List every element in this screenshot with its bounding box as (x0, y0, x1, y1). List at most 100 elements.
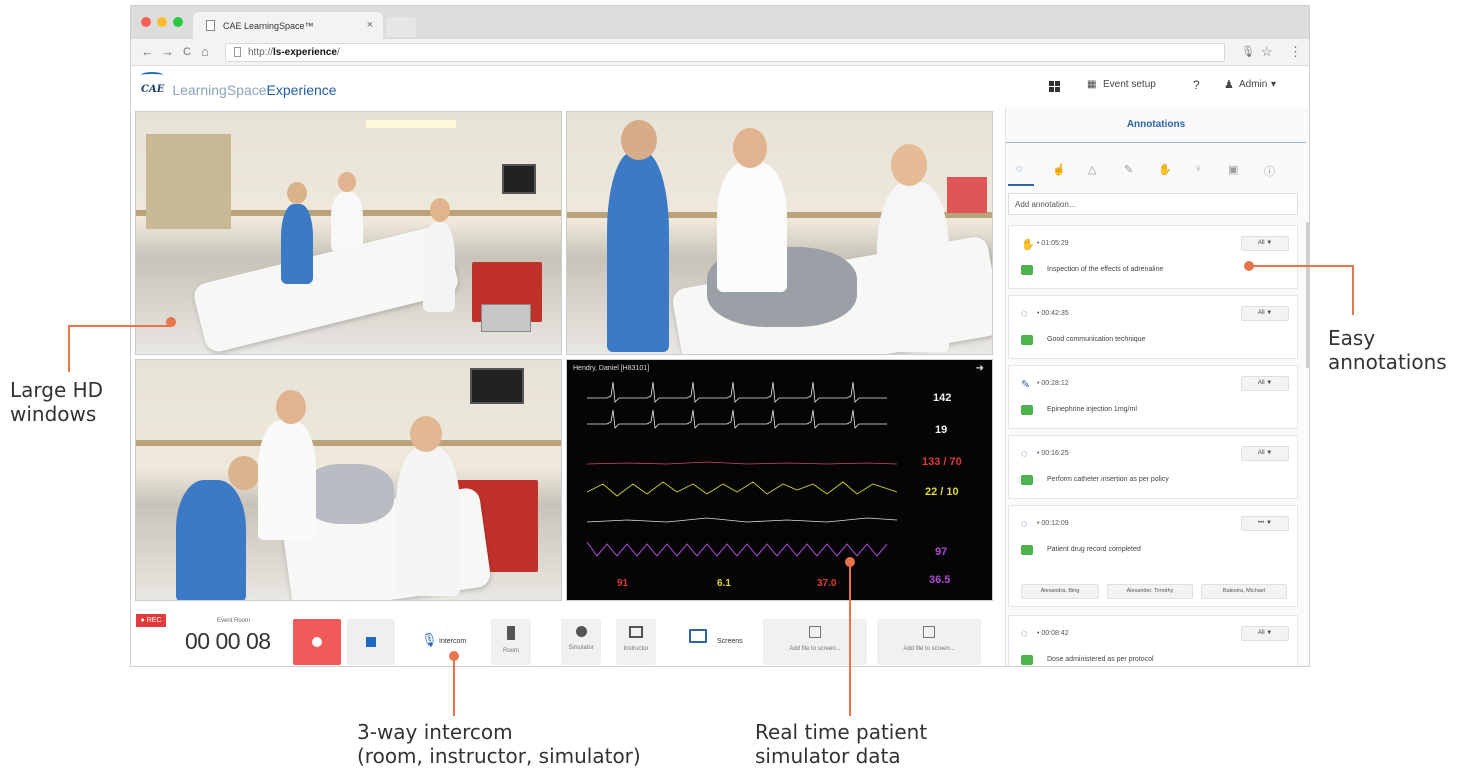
browser-nav-bar: ← → C ⌂ http://ls-experience/ 🎙 ☆ ⋮ (131, 39, 1309, 66)
admin-caret-icon[interactable]: ▾ (1271, 79, 1276, 90)
visibility-filter[interactable]: All ▼ (1241, 376, 1289, 391)
layout-grid-icon[interactable] (1049, 81, 1060, 92)
comment-icon: ◌ (1021, 308, 1028, 320)
thumbs-up-tab-icon[interactable]: ☝ (1052, 163, 1066, 176)
add-file-screen-1-button[interactable]: Add file to screen... (763, 619, 867, 665)
browser-menu-icon[interactable]: ⋮ (1289, 44, 1302, 60)
comment-icon: ◌ (1021, 628, 1028, 640)
participant-chip[interactable]: Alexandra, Bing (1021, 584, 1099, 599)
elapsed-timer: 00 00 08 (185, 628, 271, 654)
simulator-button[interactable]: Simulator (561, 619, 601, 665)
add-annotation-input[interactable]: Add annotation... (1008, 193, 1298, 215)
camera-window-1[interactable] (135, 111, 562, 355)
patient-vitals-monitor[interactable]: Hendry, Daniel [H83101] ➜ 142 19 133 / 7… (566, 359, 993, 601)
stop-button[interactable] (347, 619, 395, 665)
annotations-scrollbar[interactable] (1306, 222, 1309, 368)
microphone-icon[interactable]: 🎙 (421, 632, 438, 648)
camera-window-2[interactable] (566, 111, 993, 355)
logo-experience: Experience (266, 82, 337, 98)
annotation-card[interactable]: ◌ • 00:16:25 All ▼ Perform catheter inse… (1008, 435, 1298, 499)
visibility-filter[interactable]: All ▼ (1241, 626, 1289, 641)
help-button[interactable]: ? (1193, 78, 1200, 92)
add-file-screen-2-button[interactable]: Add file to screen... (877, 619, 981, 665)
annotation-text: Perform catheter insertion as per policy (1047, 476, 1169, 483)
callout-large-hd: Large HD windows (10, 378, 104, 426)
new-tab-button[interactable] (386, 17, 416, 37)
room-button[interactable]: Room (491, 619, 531, 665)
reload-icon[interactable]: C (183, 46, 191, 58)
annotation-card[interactable]: ◌ • 00:12:09 ••• ▼ Patient drug record c… (1008, 505, 1298, 607)
wall-monitor (502, 164, 536, 194)
close-window-button[interactable] (141, 17, 151, 27)
back-icon[interactable]: ← (141, 44, 154, 59)
callout-line (453, 656, 455, 716)
annotation-card[interactable]: ✎ • 00:28:12 All ▼ Epinephrine injection… (1008, 365, 1298, 429)
browser-tab-bar: CAE LearningSpace™ × (131, 6, 1309, 39)
callout-line (68, 325, 171, 327)
event-setup-button[interactable]: Event setup (1103, 79, 1156, 90)
instructor-button[interactable]: Instructor (616, 619, 656, 665)
cae-learningspace-logo[interactable]: CAE LearningSpace Experience (141, 72, 337, 98)
participant-chip[interactable]: Balestra, Michael (1201, 584, 1287, 599)
message-icon (1021, 475, 1033, 485)
upload-icon (809, 626, 821, 638)
comment-tab-icon[interactable]: ◌ (1016, 163, 1023, 175)
annotation-text: Inspection of the effects of adrenaline (1047, 266, 1164, 273)
doctor-figure (877, 182, 949, 352)
annotations-panel: Annotations ◌ ☝ △ ✎ ✋ ♀ ▣ ⓘ Add annotati… (1005, 107, 1309, 666)
camera-window-3[interactable] (135, 359, 562, 601)
participant-chip[interactable]: Alexander, Timothy (1107, 584, 1193, 599)
visibility-filter[interactable]: All ▼ (1241, 236, 1289, 251)
hand-tab-icon[interactable]: ✋ (1158, 163, 1172, 176)
tab-title: CAE LearningSpace™ (223, 21, 314, 31)
annotation-card[interactable]: ✋ • 01:05:29 All ▼ Inspection of the eff… (1008, 225, 1298, 289)
pencil-icon: ✎ (1021, 379, 1031, 391)
callout-dot (1244, 261, 1254, 271)
tab-close-icon[interactable]: × (367, 19, 373, 31)
annotation-text: Good communication technique (1047, 336, 1146, 343)
logo-swoosh-icon (141, 72, 163, 78)
home-icon[interactable]: ⌂ (201, 44, 209, 59)
wall-monitor (470, 368, 524, 404)
stop-icon (366, 637, 376, 647)
forward-icon[interactable]: → (161, 44, 174, 59)
callout-easy-annotations: Easy annotations (1328, 326, 1447, 374)
bottom-value-2: 6.1 (717, 578, 731, 589)
bottom-value-1: 91 (617, 578, 629, 589)
temperature-value: 36.5 (929, 574, 951, 586)
page-info-icon[interactable] (234, 47, 241, 57)
blood-pressure-value: 133 / 70 (922, 456, 962, 468)
address-bar[interactable]: http://ls-experience/ (225, 43, 1225, 62)
screens-icon[interactable] (689, 629, 707, 643)
annotation-card[interactable]: ◌ • 00:08:42 All ▼ Dose administered as … (1008, 615, 1298, 666)
bottom-value-3: 37.0 (817, 578, 837, 589)
intercom-button[interactable]: Intercom (439, 638, 466, 645)
camera-tab-icon[interactable]: ▣ (1228, 163, 1238, 176)
minimize-window-button[interactable] (157, 17, 167, 27)
record-button[interactable] (293, 619, 341, 665)
instructor-icon (629, 626, 643, 638)
maximize-window-button[interactable] (173, 17, 183, 27)
annotation-time: • 00:42:35 (1037, 310, 1069, 317)
app-header: CAE LearningSpace Experience ▦ Event setu… (131, 66, 1309, 106)
callout-line (68, 326, 70, 372)
nurse-figure (281, 204, 313, 284)
door-icon (507, 626, 515, 640)
message-icon (1021, 335, 1033, 345)
annotation-card[interactable]: ◌ • 00:42:35 All ▼ Good communication te… (1008, 295, 1298, 359)
warning-tab-icon[interactable]: △ (1088, 163, 1096, 176)
callout-line (1250, 265, 1354, 267)
video-grid: Hendry, Daniel [H83101] ➜ 142 19 133 / 7… (135, 111, 993, 601)
visibility-filter[interactable]: All ▼ (1241, 306, 1289, 321)
browser-window: CAE LearningSpace™ × ← → C ⌂ http://ls-e… (130, 5, 1310, 667)
screens-button[interactable]: Screens (717, 638, 743, 645)
admin-menu-button[interactable]: Admin (1239, 79, 1267, 90)
visibility-filter[interactable]: All ▼ (1241, 446, 1289, 461)
microphone-icon[interactable]: 🎙 (1241, 45, 1255, 58)
pencil-tab-icon[interactable]: ✎ (1124, 163, 1133, 176)
lightbulb-tab-icon[interactable]: ♀ (1194, 163, 1202, 175)
bookmark-star-icon[interactable]: ☆ (1261, 44, 1273, 60)
visibility-filter[interactable]: ••• ▼ (1241, 516, 1289, 531)
info-tab-icon[interactable]: ⓘ (1264, 163, 1275, 179)
browser-tab[interactable]: CAE LearningSpace™ × (193, 12, 383, 39)
